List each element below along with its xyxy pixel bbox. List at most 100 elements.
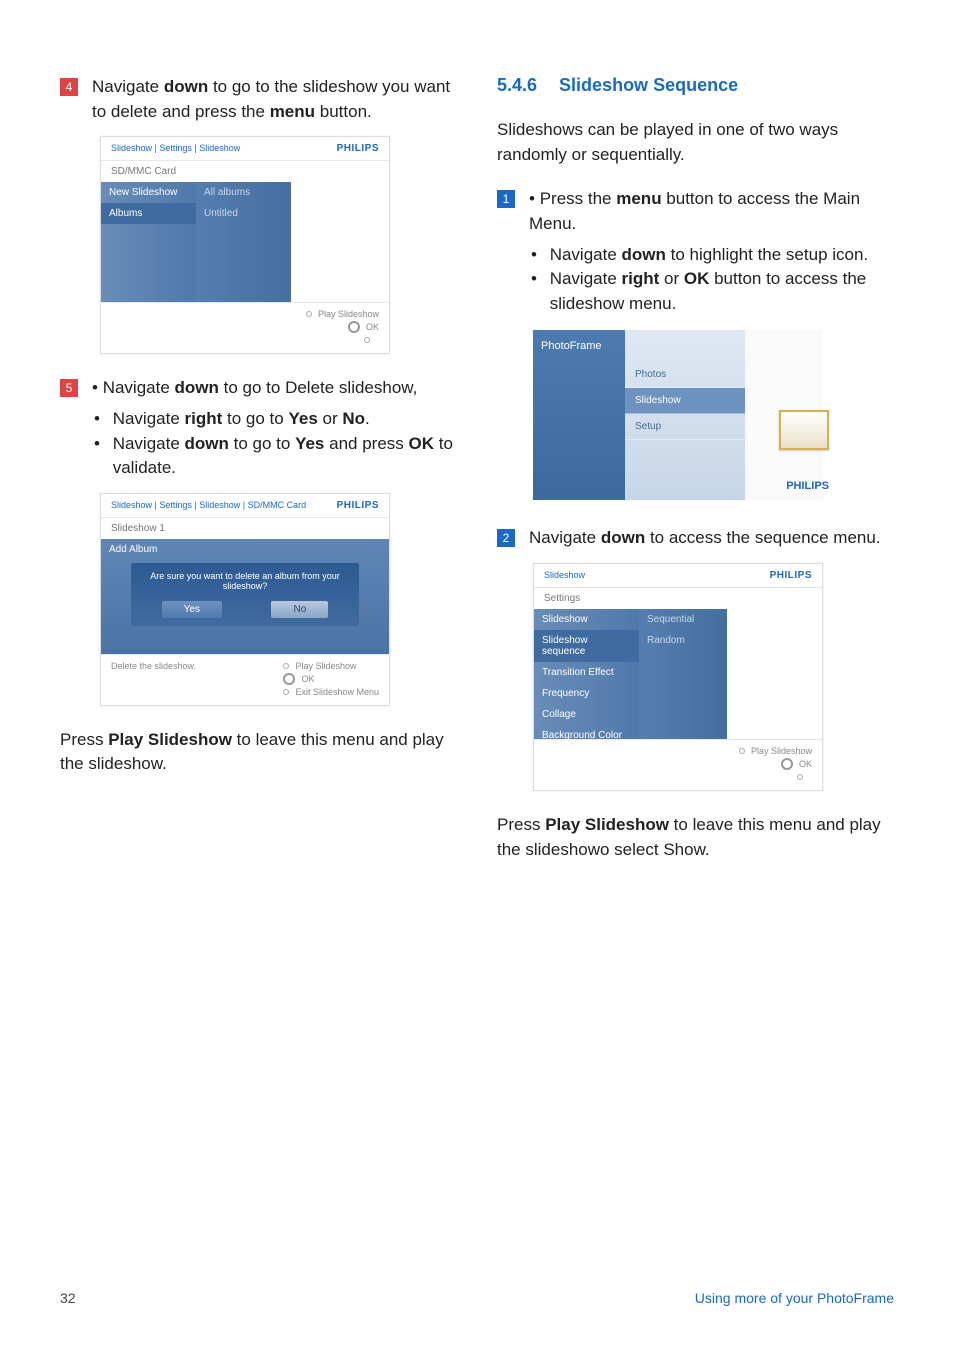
txt: to go to Delete slideshow, (219, 378, 417, 397)
txt: Navigate (113, 409, 185, 428)
txt: or (659, 269, 684, 288)
hint-text (809, 772, 812, 782)
philips-logo: PHILIPS (786, 480, 829, 492)
bold: OK (684, 269, 710, 288)
hint-text (376, 335, 379, 345)
panel-mid: Sequential Random (639, 609, 727, 739)
hint-icon (283, 663, 289, 669)
screenshot-albums: Slideshow | Settings | Slideshow PHILIPS… (100, 136, 390, 354)
list-item: Background Color (534, 725, 639, 746)
bold: OK (409, 434, 435, 453)
txt: to access the sequence menu. (645, 528, 880, 547)
pf-preview (745, 330, 823, 500)
bold: Yes (288, 409, 317, 428)
txt: Navigate (92, 77, 164, 96)
step-1: 1 • Press the menu button to access the … (497, 187, 894, 236)
panel-left: Slideshow Slideshow sequence Transition … (534, 609, 639, 739)
txt: and press (324, 434, 408, 453)
list-item: Setup (625, 414, 745, 440)
list-item: Add Album (101, 539, 389, 560)
bold: right (185, 409, 223, 428)
location-bar: Settings (534, 587, 822, 609)
hint-icon (283, 689, 289, 695)
panel-mid: All albums Untitled (196, 182, 291, 302)
txt: or (318, 409, 343, 428)
panel-right (727, 609, 822, 739)
list-item: All albums (196, 182, 291, 203)
step-4: 4 Navigate down to go to the slideshow y… (60, 75, 457, 124)
hint-icon (306, 311, 312, 317)
list-item: Untitled (196, 203, 291, 224)
hint-text: Play Slideshow (751, 746, 812, 756)
list-item: Transition Effect (534, 662, 639, 683)
philips-logo: PHILIPS (337, 143, 379, 154)
hint-footer: Play Slideshow OK (101, 302, 389, 353)
hint-text: Play Slideshow (295, 661, 356, 671)
pf-menu: Photos Slideshow Setup (625, 330, 745, 500)
heading-text: Slideshow Sequence (559, 75, 738, 95)
hint-text: OK (366, 322, 379, 332)
screenshot-photoframe-menu: PhotoFrame Photos Slideshow Setup PHILIP… (533, 330, 823, 500)
yes-button: Yes (162, 601, 222, 618)
hint-footer: Delete the slideshow. Play Slideshow OK … (101, 654, 389, 705)
page-number: 32 (60, 1290, 76, 1306)
philips-logo: PHILIPS (770, 570, 812, 581)
txt: Navigate (529, 528, 601, 547)
txt: to go to (229, 434, 295, 453)
hint-text: OK (799, 759, 812, 769)
step-1-text: • Press the menu button to access the Ma… (529, 187, 894, 236)
step-number: 2 (497, 529, 515, 547)
section-heading: 5.4.6 Slideshow Sequence (497, 75, 894, 96)
ok-icon (283, 673, 295, 685)
list-item: Slideshow sequence (534, 630, 639, 662)
hint-icon (739, 748, 745, 754)
step-5-bullets: • Navigate right to go to Yes or No. • N… (94, 407, 457, 481)
bold: right (622, 269, 660, 288)
right-closing-para: Press Play Slideshow to leave this menu … (497, 813, 894, 862)
list-item: Slideshow (625, 388, 745, 414)
bold: No (342, 409, 365, 428)
left-closing-para: Press Play Slideshow to leave this menu … (60, 728, 457, 777)
step-2: 2 Navigate down to access the sequence m… (497, 526, 894, 551)
screenshot-sequence: Slideshow PHILIPS Settings Slideshow Sli… (533, 563, 823, 791)
step-2-text: Navigate down to access the sequence men… (529, 526, 894, 551)
philips-logo: PHILIPS (337, 500, 379, 511)
list-item: Albums (101, 203, 196, 224)
intro-para: Slideshows can be played in one of two w… (497, 118, 894, 167)
bold: Yes (295, 434, 324, 453)
hint-text: OK (301, 674, 314, 684)
footer-left-text: Delete the slideshow. (111, 661, 196, 671)
step-number: 4 (60, 78, 78, 96)
page-footer: 32 Using more of your PhotoFrame (60, 1290, 894, 1306)
heading-number: 5.4.6 (497, 75, 537, 95)
hint-icon (364, 337, 370, 343)
breadcrumb: Slideshow | Settings | Slideshow (111, 143, 240, 154)
list-item: Photos (625, 362, 745, 388)
breadcrumb: Slideshow | Settings | Slideshow | SD/MM… (111, 500, 306, 511)
bold: down (175, 378, 219, 397)
location-bar: SD/MMC Card (101, 160, 389, 182)
bold: Play Slideshow (545, 815, 669, 834)
list-item: Slideshow (534, 609, 639, 630)
txt: Navigate (103, 378, 175, 397)
bold: menu (270, 102, 315, 121)
hint-icon (797, 774, 803, 780)
panel-right (291, 182, 389, 302)
bold: down (185, 434, 229, 453)
location-bar: Slideshow 1 (101, 517, 389, 539)
pf-title-panel: PhotoFrame (533, 330, 625, 500)
hint-footer: Play Slideshow OK (534, 739, 822, 790)
bold: Play Slideshow (108, 730, 232, 749)
txt: . (365, 409, 370, 428)
no-button: No (271, 601, 328, 618)
screenshot-delete-dialog: Slideshow | Settings | Slideshow | SD/MM… (100, 493, 390, 706)
list-item: Collage (534, 704, 639, 725)
step-number: 5 (60, 379, 78, 397)
ok-icon (781, 758, 793, 770)
footer-label: Using more of your PhotoFrame (695, 1290, 894, 1306)
txt: Press the (540, 189, 617, 208)
txt: to go to (222, 409, 288, 428)
hint-text: Play Slideshow (318, 309, 379, 319)
txt: Navigate (113, 434, 185, 453)
list-item: Frequency (534, 683, 639, 704)
